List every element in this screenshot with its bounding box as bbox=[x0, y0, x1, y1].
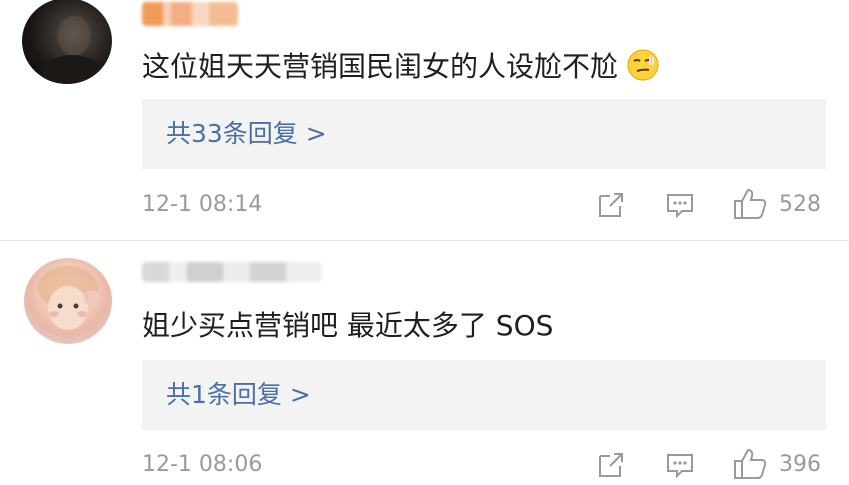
username-blurred[interactable] bbox=[142, 2, 238, 26]
share-icon[interactable] bbox=[596, 190, 626, 220]
timestamp: 12-1 08:14 bbox=[142, 192, 263, 217]
comment-icon[interactable] bbox=[665, 450, 695, 480]
comment-divider bbox=[0, 240, 849, 241]
comment-item: 姐少买点营销吧 最近太多了 SOS 共1条回复 > 12-1 08:06 396 bbox=[0, 250, 849, 485]
avatar[interactable] bbox=[22, 0, 112, 84]
comment-icon[interactable] bbox=[665, 190, 695, 220]
view-replies-button[interactable]: 共33条回复 > bbox=[142, 99, 826, 169]
smirk-emoji-icon bbox=[626, 48, 660, 82]
like-count: 528 bbox=[779, 192, 821, 217]
comment-text: 姐少买点营销吧 最近太多了 SOS bbox=[142, 309, 554, 342]
view-replies-button[interactable]: 共1条回复 > bbox=[142, 360, 826, 430]
share-icon[interactable] bbox=[596, 450, 626, 480]
thumbs-up-icon[interactable] bbox=[732, 447, 768, 481]
like-count: 396 bbox=[779, 452, 821, 477]
replies-count-label: 共1条回复 > bbox=[166, 380, 311, 409]
replies-count-label: 共33条回复 > bbox=[166, 119, 327, 148]
username-blurred[interactable] bbox=[142, 262, 322, 282]
comment-item: 这位姐天天营销国民闺女的人设尬不尬 共33条回复 > 12-1 08:14 52… bbox=[0, 0, 849, 240]
comment-text: 这位姐天天营销国民闺女的人设尬不尬 bbox=[142, 48, 660, 85]
comment-text-content: 这位姐天天营销国民闺女的人设尬不尬 bbox=[142, 50, 619, 83]
avatar[interactable] bbox=[24, 258, 112, 344]
timestamp: 12-1 08:06 bbox=[142, 452, 263, 477]
thumbs-up-icon[interactable] bbox=[732, 187, 768, 221]
